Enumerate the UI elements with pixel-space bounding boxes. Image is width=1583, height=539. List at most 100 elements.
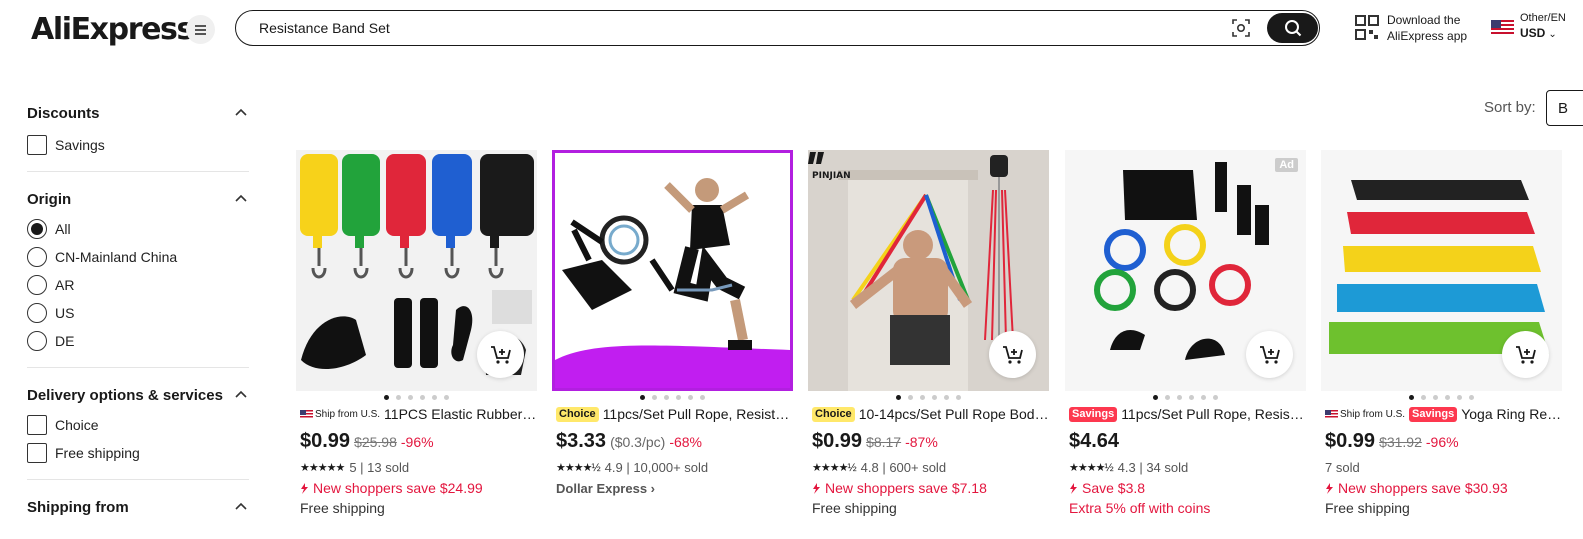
radio-button[interactable] xyxy=(27,331,47,351)
add-to-cart-button[interactable] xyxy=(1502,331,1549,378)
savings-badge: Savings xyxy=(1069,406,1118,422)
download-line1: Download the xyxy=(1387,13,1461,27)
chevron-up-icon[interactable] xyxy=(235,194,247,202)
chevron-up-icon[interactable] xyxy=(235,390,247,398)
shipping-text: Free shipping xyxy=(812,500,897,516)
language-label: Other/EN xyxy=(1520,12,1566,24)
stars-icon: ★★★★½ xyxy=(556,461,601,474)
rating-row: ★★★★½ 4.8 | 600+ sold xyxy=(812,459,947,475)
price: $0.99 xyxy=(812,430,863,452)
product-title[interactable]: Choice 11pcs/Set Pull Rope, Resistance B… xyxy=(552,405,793,423)
cart-add-icon xyxy=(1259,345,1280,364)
origin-option-us[interactable]: US xyxy=(27,299,249,327)
store-link[interactable]: Dollar Express › xyxy=(552,479,793,497)
filter-section-discounts[interactable]: Discounts xyxy=(27,100,249,126)
search-input[interactable] xyxy=(259,18,1199,38)
radio-button[interactable] xyxy=(27,219,47,239)
filter-sidebar: Discounts Savings Origin All CN-Mainland… xyxy=(27,100,249,520)
product-image[interactable] xyxy=(552,150,793,391)
flame-icon xyxy=(1326,482,1333,494)
svg-text:PINJIAN: PINJIAN xyxy=(812,171,851,181)
menu-icon[interactable] xyxy=(186,15,215,44)
cart-add-icon xyxy=(1515,345,1536,364)
filter-section-shipping-from[interactable]: Shipping from xyxy=(27,494,249,520)
aliexpress-logo[interactable]: AliExpress xyxy=(31,12,194,47)
promo-text: New shoppers save $7.18 xyxy=(808,479,1049,497)
product-title[interactable]: Ship from U.S. Savings Yoga Ring Resista… xyxy=(1321,405,1562,423)
unit-price: ($0.3/pc) xyxy=(610,434,666,450)
product-image[interactable]: PINJIAN xyxy=(808,150,1049,391)
price-row: $4.64 xyxy=(1065,430,1306,454)
shipping-text: Free shipping xyxy=(300,500,385,516)
filter-option-choice[interactable]: Choice xyxy=(27,411,249,439)
product-title[interactable]: Ship from U.S. 11PCS Elastic Rubber Resi… xyxy=(296,405,537,423)
product-card[interactable]: Choice 11pcs/Set Pull Rope, Resistance B… xyxy=(552,150,793,497)
price-row: $0.99 $8.17 -87% xyxy=(808,430,1049,454)
origin-option-de[interactable]: DE xyxy=(27,327,249,355)
filter-option-free-shipping[interactable]: Free shipping xyxy=(27,439,249,467)
chevron-up-icon[interactable] xyxy=(235,108,247,116)
top-header: AliExpress Download the AliExpress app O… xyxy=(0,0,1583,58)
rating-row: ★★★★★ 5 | 13 sold xyxy=(300,459,410,475)
promo-text: New shoppers save $24.99 xyxy=(296,479,537,497)
stars-icon: ★★★★★ xyxy=(300,461,345,474)
choice-badge: Choice xyxy=(812,406,855,422)
add-to-cart-button[interactable] xyxy=(477,331,524,378)
product-card[interactable]: Ship from U.S. 11PCS Elastic Rubber Resi… xyxy=(296,150,537,518)
checkbox[interactable] xyxy=(27,415,47,435)
image-pagination[interactable] xyxy=(808,395,1049,400)
product-card[interactable]: Ship from U.S. Savings Yoga Ring Resista… xyxy=(1321,150,1562,518)
add-to-cart-button[interactable] xyxy=(1246,331,1293,378)
filter-section-origin[interactable]: Origin xyxy=(27,186,249,212)
product-image[interactable] xyxy=(1321,150,1562,391)
add-to-cart-button[interactable] xyxy=(989,331,1036,378)
product-card[interactable]: PINJIAN Choice 10-14pcs/Set Pull Rope Bo… xyxy=(808,150,1049,518)
origin-option-ar[interactable]: AR xyxy=(27,271,249,299)
image-pagination[interactable] xyxy=(1321,395,1562,400)
price: $0.99 xyxy=(1325,430,1376,452)
image-pagination[interactable] xyxy=(296,395,537,400)
origin-option-cn[interactable]: CN-Mainland China xyxy=(27,243,249,271)
image-pagination[interactable] xyxy=(1065,395,1306,400)
checkbox[interactable] xyxy=(27,135,47,155)
product-title[interactable]: Choice 10-14pcs/Set Pull Rope Body Fitne… xyxy=(808,405,1049,423)
price: $4.64 xyxy=(1069,430,1120,452)
discount: -87% xyxy=(905,434,938,450)
qr-code-icon[interactable] xyxy=(1355,15,1379,41)
chevron-right-icon: › xyxy=(650,480,656,496)
flame-icon xyxy=(1070,482,1077,494)
sort-dropdown[interactable]: B xyxy=(1546,90,1583,126)
radio-button[interactable] xyxy=(27,303,47,323)
us-flag-icon xyxy=(300,409,313,419)
promo-text: New shoppers save $30.93 xyxy=(1321,479,1562,497)
language-currency-selector[interactable]: Other/EN USD ⌄ xyxy=(1520,11,1566,42)
discount: -68% xyxy=(669,434,702,450)
logo-text: AliExpress xyxy=(31,12,194,47)
search-button[interactable] xyxy=(1267,13,1318,43)
radio-button[interactable] xyxy=(27,247,47,267)
chevron-up-icon[interactable] xyxy=(235,502,247,510)
checkbox[interactable] xyxy=(27,443,47,463)
coins-promo: Extra 5% off with coins xyxy=(1069,500,1211,516)
divider xyxy=(27,171,249,172)
filter-section-delivery[interactable]: Delivery options & services xyxy=(27,382,249,408)
section-title: Shipping from xyxy=(27,498,129,516)
download-app-link[interactable]: Download the AliExpress app xyxy=(1387,12,1467,44)
product-image[interactable]: Ad xyxy=(1065,150,1306,391)
product-title[interactable]: Savings 11pcs/Set Pull Rope, Resistance … xyxy=(1065,405,1306,423)
image-pagination[interactable] xyxy=(552,395,793,400)
image-search-icon[interactable] xyxy=(1232,19,1250,37)
original-price: $8.17 xyxy=(866,434,902,450)
product-card[interactable]: Ad Savings 11pcs/Set Pull Rope, Resistan… xyxy=(1065,150,1306,518)
discount: -96% xyxy=(400,434,434,450)
search-bar xyxy=(235,10,1320,46)
radio-button[interactable] xyxy=(27,275,47,295)
ship-from-badge: Ship from U.S. xyxy=(1325,408,1405,421)
discount: -96% xyxy=(1425,434,1459,450)
flame-icon xyxy=(813,482,820,494)
filter-option-savings[interactable]: Savings xyxy=(27,131,249,159)
origin-option-all[interactable]: All xyxy=(27,215,249,243)
rating-row: ★★★★½ 4.9 | 10,000+ sold xyxy=(556,459,709,475)
product-image[interactable] xyxy=(296,150,537,391)
ad-badge: Ad xyxy=(1275,158,1298,172)
